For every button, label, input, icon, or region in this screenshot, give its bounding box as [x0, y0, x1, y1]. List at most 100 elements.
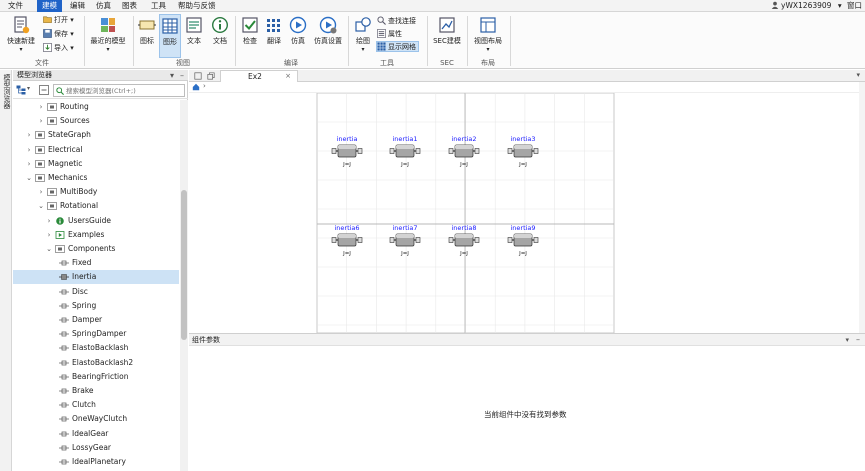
tab-ex2[interactable]: Ex2 × — [220, 70, 298, 82]
collapse-arrow-icon[interactable]: › — [25, 128, 33, 142]
scroll-thumb[interactable] — [181, 190, 187, 340]
minimize-icon[interactable]: – — [856, 334, 860, 346]
minimize-icon[interactable]: – — [180, 70, 184, 81]
import-label: 导入 — [54, 44, 68, 52]
window-menu[interactable]: 窗口 — [847, 1, 862, 10]
tree-item-idealgear[interactable]: IdealGear — [13, 427, 179, 441]
menu-file[interactable]: 文件 — [8, 0, 23, 12]
diagram-canvas[interactable]: inertia J=J inertia1 J=J inertia2 J=J inertia3… — [189, 93, 859, 333]
chevron-down-icon[interactable]: ▾ — [845, 334, 849, 346]
inertia-component[interactable]: inertia J=J — [331, 135, 363, 168]
inertia-component[interactable]: inertia2 J=J — [448, 135, 480, 168]
canvas-scrollbar[interactable] — [859, 82, 865, 333]
tree-item-electrical[interactable]: › Electrical — [13, 143, 179, 157]
inertia-component[interactable]: inertia1 J=J — [389, 135, 421, 168]
diagram-view-button[interactable]: 图形 — [159, 14, 181, 58]
text-view-button[interactable]: 文本 — [183, 14, 205, 58]
chevron-down-icon[interactable]: ▾ — [170, 70, 174, 81]
translate-label: 翻译 — [267, 37, 281, 45]
collapse-arrow-icon[interactable]: › — [37, 114, 45, 128]
icon-view-button[interactable]: 图标 — [137, 14, 157, 58]
collapse-arrow-icon[interactable]: › — [45, 214, 53, 228]
recent-models-button[interactable]: 最近的模型 ▾ — [88, 14, 128, 58]
view-group-label: 视图 — [176, 59, 190, 67]
collapse-arrow-icon[interactable]: › — [37, 185, 45, 199]
user-area[interactable]: yWX1263909 ▾ 窗口 — [771, 0, 862, 12]
tree-item-springdamper[interactable]: SpringDamper — [13, 327, 179, 341]
tree-item-routing[interactable]: › Routing — [13, 100, 179, 114]
close-icon[interactable]: × — [285, 71, 291, 82]
icon-view-icon — [138, 20, 156, 30]
tree-item-idealplanetary[interactable]: IdealPlanetary — [13, 455, 179, 469]
tree-item-lossygear[interactable]: LossyGear — [13, 441, 179, 455]
save-button[interactable]: 保存 ▾ — [43, 29, 74, 40]
menu-tools[interactable]: 工具 — [151, 0, 166, 12]
tree-item-usersguide[interactable]: › UsersGuide — [13, 214, 179, 228]
tree-item-mechanics[interactable]: ⌄ Mechanics — [13, 171, 179, 185]
check-button[interactable]: 检查 — [239, 14, 261, 58]
tree-item-elastobacklash2[interactable]: ElastoBacklash2 — [13, 356, 179, 370]
chevron-down-icon[interactable]: ▾ — [27, 85, 30, 92]
tree-item-multibody[interactable]: › MultiBody — [13, 185, 179, 199]
sec-build-button[interactable]: SEC建模 — [431, 14, 463, 58]
tree-item-rotational[interactable]: ⌄ Rotational — [13, 199, 179, 213]
menu-charts[interactable]: 图表 — [122, 0, 137, 12]
expand-arrow-icon[interactable]: ⌄ — [45, 242, 53, 256]
menu-simulate[interactable]: 仿真 — [96, 0, 111, 12]
chevron-down-icon[interactable]: ▾ — [856, 70, 860, 81]
tree-item-sources[interactable]: › Sources — [13, 114, 179, 128]
menu-edit[interactable]: 编辑 — [70, 0, 85, 12]
tree-item-disc[interactable]: Disc — [13, 285, 179, 299]
tree-item-spring[interactable]: Spring — [13, 299, 179, 313]
draw-button[interactable]: 绘图 ▾ — [352, 14, 374, 58]
tree-item-damper[interactable]: Damper — [13, 313, 179, 327]
find-connection-button[interactable]: 查找连接 — [377, 16, 416, 27]
tree-item-label: SpringDamper — [72, 329, 127, 339]
open-button[interactable]: 打开 ▾ — [43, 15, 74, 26]
collapse-icon[interactable] — [39, 85, 49, 95]
menu-help[interactable]: 帮助与反馈 — [178, 0, 216, 12]
collapse-arrow-icon[interactable]: › — [37, 100, 45, 114]
import-button[interactable]: 导入 ▾ — [43, 43, 74, 54]
tree-item-fixed[interactable]: Fixed — [13, 256, 179, 270]
tree-item-stategraph[interactable]: › StateGraph — [13, 128, 179, 142]
restore-icon[interactable] — [207, 72, 215, 80]
search-input[interactable] — [66, 85, 184, 96]
inertia-component[interactable]: inertia9 J=J — [507, 224, 539, 257]
doc-view-button[interactable]: 文档 — [208, 14, 232, 58]
translate-button[interactable]: 翻译 — [263, 14, 285, 58]
inertia-component[interactable]: inertia6 J=J — [331, 224, 363, 257]
menu-modeling[interactable]: 建模 — [37, 0, 62, 12]
tree-item-onewayclutch[interactable]: OneWayClutch — [13, 412, 179, 426]
side-strip-label[interactable]: 模型浏览器 — [1, 74, 11, 109]
expand-arrow-icon[interactable]: ⌄ — [37, 199, 45, 213]
tree-item-bearingfriction[interactable]: BearingFriction — [13, 370, 179, 384]
tree-item-clutch[interactable]: Clutch — [13, 398, 179, 412]
tree-item-label: Spring — [72, 300, 97, 310]
show-grid-toggle[interactable]: 显示网格 — [376, 41, 419, 52]
collapse-arrow-icon[interactable]: › — [25, 143, 33, 157]
tree-item-brake[interactable]: Brake — [13, 384, 179, 398]
stategraph-icon — [35, 131, 45, 140]
quick-new-button[interactable]: 快速新建 ▾ — [3, 14, 39, 58]
tree-item-inertia[interactable]: Inertia — [13, 270, 179, 285]
inertia-component[interactable]: inertia7 J=J — [389, 224, 421, 257]
collapse-arrow-icon[interactable]: › — [25, 157, 33, 171]
tree-item-examples[interactable]: › Examples — [13, 228, 179, 242]
sim-settings-button[interactable]: 仿真设置 — [311, 14, 345, 58]
inertia-highlight — [396, 234, 414, 238]
tree-item-elastobacklash[interactable]: ElastoBacklash — [13, 341, 179, 355]
inertia-component[interactable]: inertia3 J=J — [507, 135, 539, 168]
home-icon[interactable] — [192, 83, 200, 91]
view-layout-button[interactable]: 视图布局 ▾ — [472, 14, 504, 58]
expand-arrow-icon[interactable]: ⌄ — [25, 171, 33, 185]
tree-view-icon[interactable] — [16, 85, 26, 95]
collapse-arrow-icon[interactable]: › — [45, 228, 53, 242]
tree-item-magnetic[interactable]: › Magnetic — [13, 157, 179, 171]
pin-icon[interactable] — [194, 72, 202, 80]
browser-scrollbar[interactable] — [180, 100, 188, 471]
properties-button[interactable]: 属性 — [377, 29, 402, 40]
inertia-component[interactable]: inertia8 J=J — [448, 224, 480, 257]
simulate-button[interactable]: 仿真 — [287, 14, 309, 58]
tree-item-components[interactable]: ⌄ Components — [13, 242, 179, 256]
